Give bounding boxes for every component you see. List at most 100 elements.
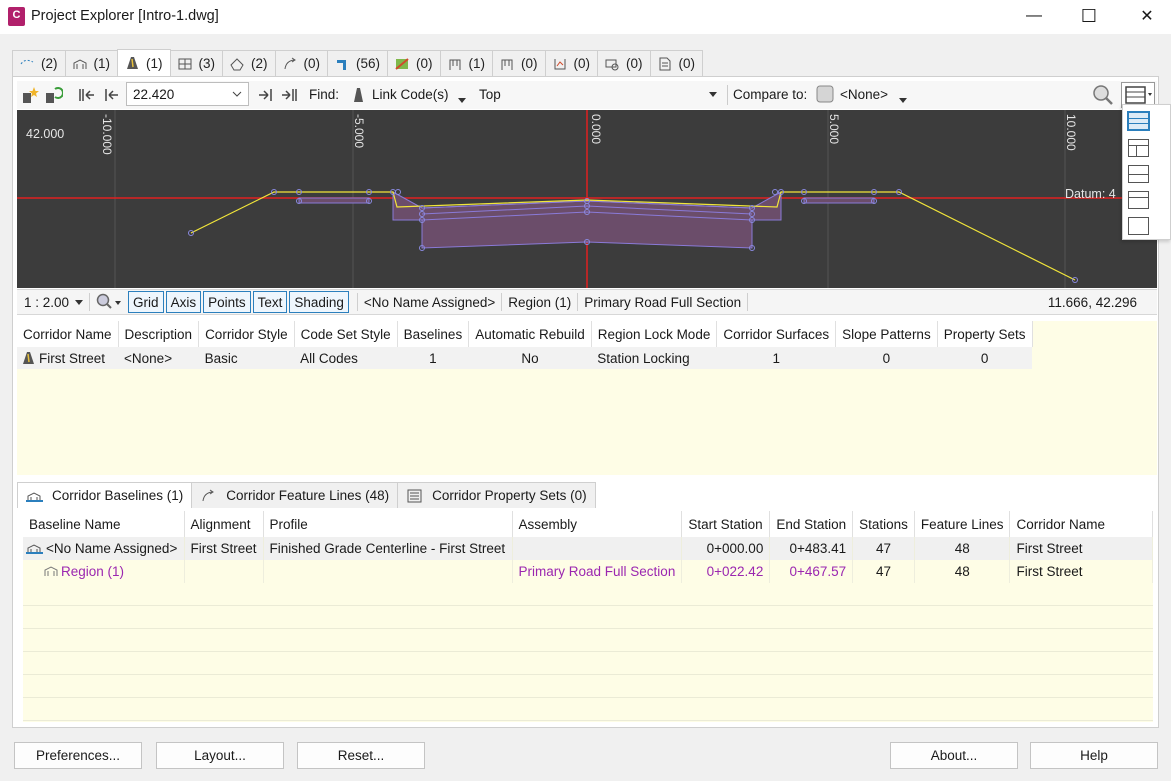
grid-toggle[interactable]: Grid (128, 291, 164, 313)
col-alignment[interactable]: Alignment (184, 511, 264, 537)
tab-assemblies[interactable]: (3) (169, 50, 223, 76)
tab-alignments[interactable]: (1) (64, 50, 118, 76)
region-name: Region (1) (508, 294, 572, 310)
col-corridor-name[interactable]: Corridor Name (1009, 511, 1153, 537)
compare-select[interactable]: <None> (840, 87, 888, 102)
table-row[interactable]: Region (1) Primary Road Full Section 0+0… (23, 560, 1153, 583)
previous-station-icon[interactable] (101, 84, 123, 106)
offset-tick-label: 0.000 (589, 114, 603, 145)
layout-two-rows-icon[interactable] (1128, 165, 1149, 183)
preferences-button[interactable]: Preferences... (14, 742, 142, 769)
compare-chevron-icon[interactable] (899, 91, 907, 106)
col-feature-lines[interactable]: Feature Lines (914, 511, 1011, 537)
pipe-network-icon (449, 59, 461, 70)
tab-surfaces[interactable]: (2) (222, 50, 276, 76)
chevron-down-icon (232, 91, 242, 97)
feature-line-icon (284, 57, 296, 69)
datum-label: Datum: 4 (1065, 187, 1116, 201)
detail-tabs: Corridor Baselines (1) Corridor Feature … (17, 482, 596, 508)
tab-corridor-baselines[interactable]: Corridor Baselines (1) (17, 482, 193, 508)
col-start-station[interactable]: Start Station (681, 511, 771, 537)
reset-button[interactable]: Reset... (297, 742, 425, 769)
profile-view-icon (554, 58, 566, 69)
layout-button[interactable]: Layout... (156, 742, 284, 769)
next-station-icon[interactable] (254, 84, 276, 106)
col-code-set-style[interactable]: Code Set Style (294, 321, 398, 347)
layout-top-row-icon[interactable] (1128, 191, 1149, 209)
section-viewer-canvas[interactable]: 42.000 -10.000 -5.000 0.000 5.000 10.000… (17, 110, 1157, 288)
layout-split-columns-icon[interactable] (1128, 139, 1149, 157)
points-toggle[interactable]: Points (203, 291, 251, 313)
tab-profile-views[interactable]: (0) (544, 50, 599, 76)
corridor-icon (23, 351, 34, 364)
text-toggle[interactable]: Text (252, 291, 288, 313)
empty-grid-rows (23, 583, 1153, 721)
col-baseline-name[interactable]: Baseline Name (23, 511, 185, 537)
tab-sheets[interactable]: (0) (649, 50, 704, 76)
tab-pipe-networks[interactable]: (1) (439, 50, 494, 76)
sample-line-icon (395, 57, 409, 70)
tab-sample-lines[interactable]: (0) (387, 50, 441, 76)
corridor-header-row: Corridor Name Description Corridor Style… (17, 321, 1033, 347)
find-code-select[interactable]: Top (472, 82, 724, 106)
col-automatic-rebuild[interactable]: Automatic Rebuild (468, 321, 592, 347)
dropdown-arrow-icon (709, 91, 717, 97)
tab-feature-lines[interactable]: (0) (274, 50, 328, 76)
col-corridor-style[interactable]: Corridor Style (198, 321, 295, 347)
help-button[interactable]: Help (1030, 742, 1158, 769)
col-corridor-name[interactable]: Corridor Name (17, 321, 119, 347)
offset-tick-label: 10.000 (1064, 114, 1078, 151)
cursor-coordinates: 11.666, 42.296 (1047, 294, 1137, 310)
col-region-lock-mode[interactable]: Region Lock Mode (591, 321, 718, 347)
table-row[interactable]: First Street <None> Basic All Codes 1 No… (17, 347, 1032, 369)
zoom-icon (96, 293, 122, 309)
col-corridor-surfaces[interactable]: Corridor Surfaces (716, 321, 837, 347)
viewer-toolbar: 22.420 Find: Link Code(s) Top Compare to… (17, 81, 1157, 109)
col-stations[interactable]: Stations (852, 511, 915, 537)
col-description[interactable]: Description (118, 321, 200, 347)
refresh-icon[interactable] (42, 84, 64, 106)
close-button[interactable]: ✕ (1124, 0, 1170, 32)
tab-corridors[interactable]: (1) (117, 49, 171, 76)
find-type-select[interactable]: Link Code(s) (372, 87, 449, 102)
points-icon (20, 59, 34, 64)
axis-toggle[interactable]: Axis (165, 291, 202, 313)
zoom-search-icon[interactable] (1092, 84, 1114, 109)
col-end-station[interactable]: End Station (769, 511, 854, 537)
tab-corridor-feature-lines[interactable]: Corridor Feature Lines (48) (191, 482, 399, 508)
first-station-icon[interactable] (76, 84, 98, 106)
minimize-button[interactable]: — (1011, 0, 1057, 32)
tab-corridor-property-sets[interactable]: Corridor Property Sets (0) (397, 482, 596, 508)
tab-pressure-networks[interactable]: (0) (492, 50, 546, 76)
layout-menu (1122, 104, 1171, 240)
toolbar-separator (727, 85, 728, 105)
viewer-status-bar: 1 : 2.00 Grid Axis Points Text Shading <… (17, 289, 1157, 315)
col-slope-patterns[interactable]: Slope Patterns (835, 321, 938, 347)
offset-tick-label: -5.000 (352, 114, 366, 149)
col-property-sets[interactable]: Property Sets (937, 321, 1033, 347)
new-star-icon[interactable] (19, 84, 41, 106)
offset-tick-label: -10.000 (100, 114, 114, 155)
layout-single-icon[interactable] (1128, 217, 1149, 235)
elevation-label: 42.000 (26, 127, 65, 141)
about-button[interactable]: About... (890, 742, 1018, 769)
col-assembly[interactable]: Assembly (512, 511, 683, 537)
maximize-button[interactable]: ☐ (1066, 0, 1112, 32)
layout-three-rows-icon[interactable] (1128, 112, 1149, 130)
tab-section-views[interactable]: (0) (597, 50, 651, 76)
last-station-icon[interactable] (278, 84, 300, 106)
station-select[interactable]: 22.420 (126, 82, 249, 106)
baseline-name: <No Name Assigned> (363, 294, 496, 310)
shading-toggle[interactable]: Shading (289, 291, 349, 313)
col-baselines[interactable]: Baselines (397, 321, 470, 347)
tab-subassemblies[interactable]: (56) (327, 50, 389, 76)
compare-cube-icon (816, 85, 834, 106)
col-profile[interactable]: Profile (263, 511, 513, 537)
baseline-grid: Baseline Name Alignment Profile Assembly… (23, 511, 1153, 722)
tab-points[interactable]: (2) (12, 50, 66, 76)
table-row[interactable]: <No Name Assigned> First Street Finished… (23, 537, 1153, 560)
scale-select[interactable]: 1 : 2.00 (24, 295, 69, 310)
find-type-chevron-icon[interactable] (458, 91, 466, 106)
sidewalk-left-shape (298, 197, 370, 204)
baseline-header-row: Baseline Name Alignment Profile Assembly… (23, 511, 1153, 537)
